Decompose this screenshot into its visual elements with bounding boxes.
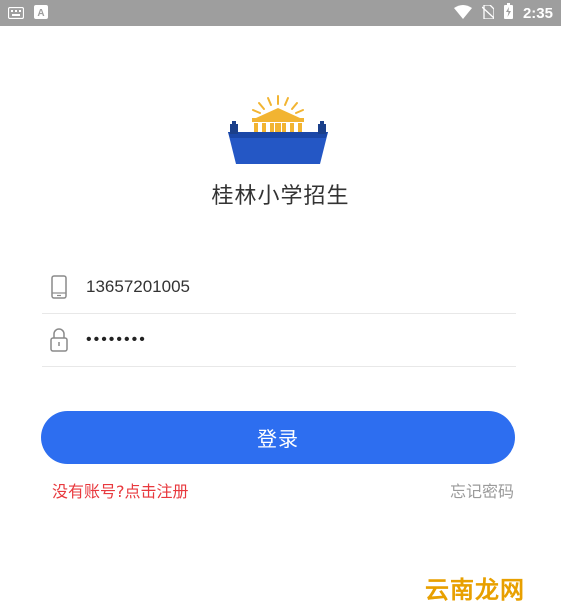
app-title: 桂林小学招生	[211, 184, 350, 209]
svg-text:A: A	[37, 8, 44, 19]
school-logo-icon	[228, 95, 328, 164]
password-field-row	[42, 313, 516, 367]
status-bar: A 2:35	[0, 0, 561, 26]
phone-field-row	[42, 260, 516, 314]
no-sim-icon	[481, 3, 495, 23]
status-time: 2:35	[522, 4, 553, 22]
status-right: 2:35	[453, 3, 553, 23]
school-logo	[222, 94, 334, 168]
forgot-password-link[interactable]: 忘记密码	[450, 478, 514, 502]
lock-icon	[48, 327, 70, 353]
login-button[interactable]: 登录	[41, 411, 515, 464]
phone-icon	[48, 274, 70, 300]
battery-icon	[503, 3, 513, 23]
keyboard-icon	[7, 4, 25, 23]
register-link[interactable]: 没有账号?点击注册	[52, 478, 189, 502]
password-input[interactable]	[86, 330, 466, 349]
notification-a-icon: A	[34, 4, 48, 23]
wifi-icon	[453, 4, 472, 23]
phone-input[interactable]	[86, 276, 466, 297]
status-left: A	[7, 4, 48, 23]
watermark-logo: 云南龙网	[425, 576, 525, 604]
